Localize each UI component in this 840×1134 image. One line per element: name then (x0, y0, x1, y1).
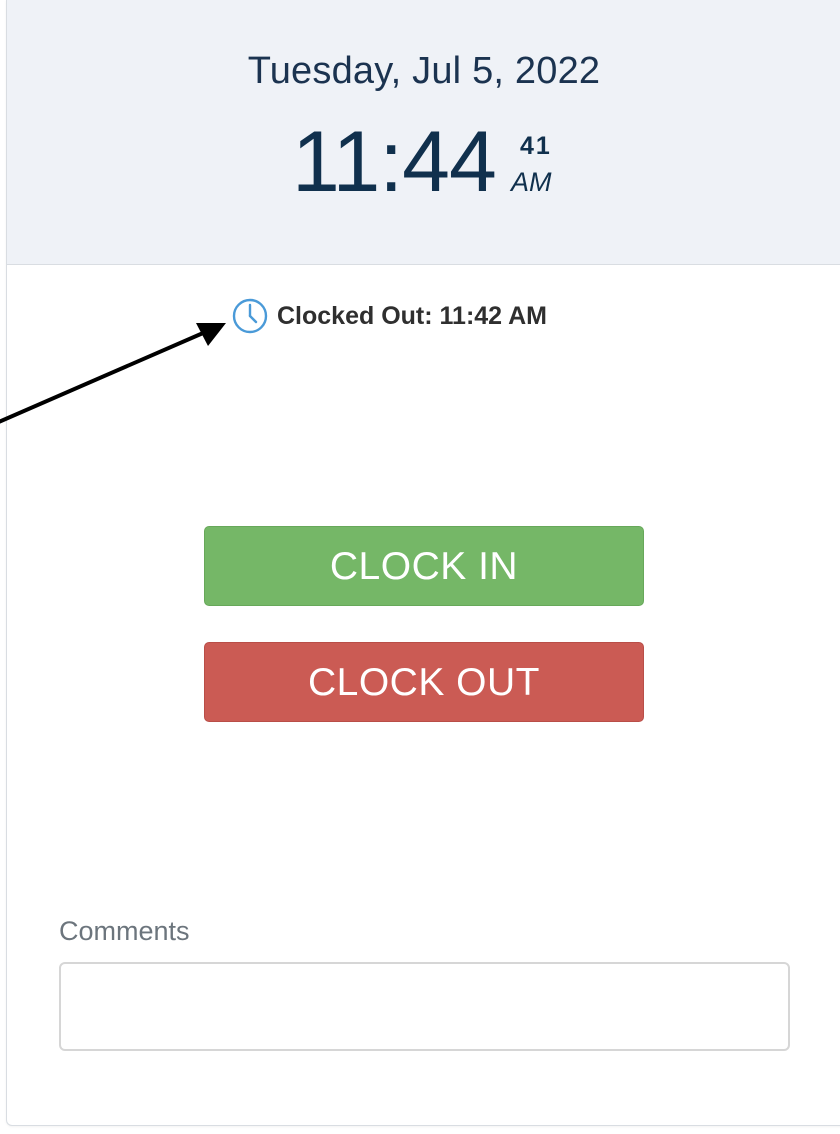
clock-out-button[interactable]: CLOCK OUT (204, 642, 644, 722)
time-hours-minutes: 11:44 (292, 114, 497, 210)
clock-in-button[interactable]: CLOCK IN (204, 526, 644, 606)
comments-label: Comments (59, 916, 190, 946)
time-seconds: 41 (520, 132, 552, 160)
current-date: Tuesday, Jul 5, 2022 (247, 50, 601, 92)
time-ampm: AM (511, 167, 552, 197)
clock-status: Clocked Out: 11:42 AM (232, 296, 547, 336)
arrow-icon (0, 323, 226, 424)
time-clock-panel: Tuesday, Jul 5, 2022 11:44 41 AM Clocked… (6, 0, 840, 1126)
clock-status-text: Clocked Out: 11:42 AM (277, 301, 547, 330)
comments-input[interactable] (59, 962, 790, 1051)
clock-header: Tuesday, Jul 5, 2022 11:44 41 AM (7, 0, 840, 265)
